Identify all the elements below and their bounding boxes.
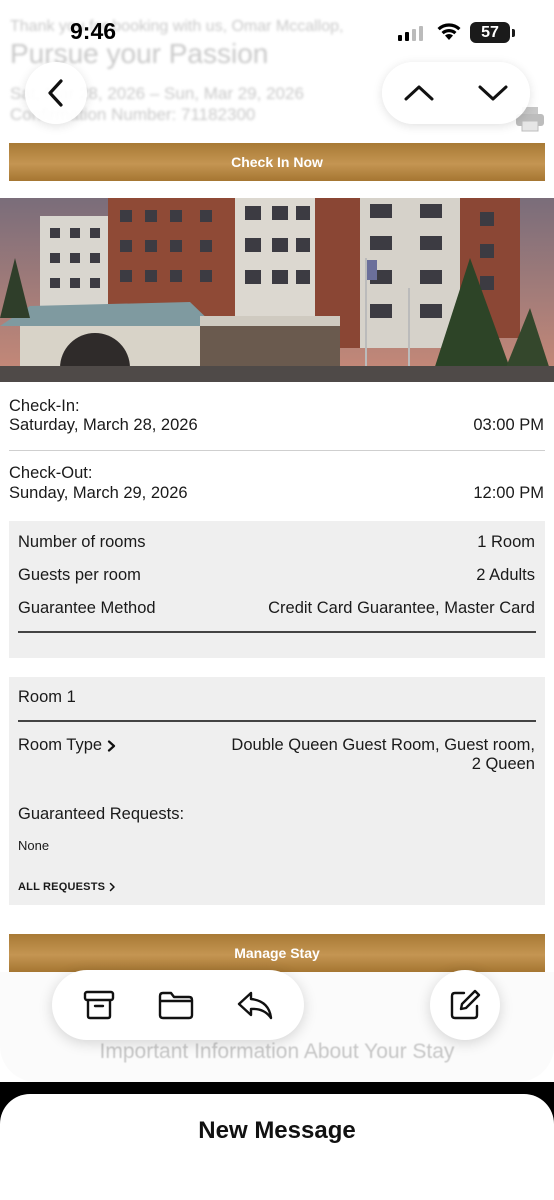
- status-bar: 9:46 57: [0, 0, 554, 60]
- chevron-down-icon[interactable]: [477, 82, 509, 104]
- status-time: 9:46: [70, 18, 117, 44]
- room-type-value-line1: Double Queen Guest Room, Guest room,: [231, 736, 535, 754]
- room-type-label: Room Type: [18, 736, 103, 754]
- all-requests-link[interactable]: ALL REQUESTS: [18, 881, 116, 893]
- reply-icon[interactable]: [236, 989, 274, 1021]
- folder-icon[interactable]: [157, 990, 195, 1020]
- room-rule: [18, 720, 536, 722]
- check-in-now-button[interactable]: Check In Now: [9, 143, 545, 181]
- room-details-panel: [9, 677, 545, 905]
- compose-icon: [450, 989, 481, 1020]
- chevron-up-icon[interactable]: [403, 82, 435, 104]
- cellular-signal-icon: [398, 26, 423, 41]
- battery-level: 57: [481, 24, 499, 41]
- message-navigation: [382, 62, 530, 124]
- guests-label: Guests per room: [18, 566, 141, 584]
- guaranteed-requests-label: Guaranteed Requests:: [18, 805, 185, 823]
- room-type-value-line2: 2 Queen: [471, 755, 535, 773]
- battery-tip: [512, 29, 515, 37]
- all-requests-label: ALL REQUESTS: [18, 881, 106, 893]
- battery-indicator: 57: [470, 22, 510, 43]
- check-out-time: 12:00 PM: [473, 484, 544, 502]
- new-message-title: New Message: [198, 1117, 356, 1144]
- rooms-value: 1 Room: [477, 533, 535, 551]
- back-button[interactable]: [25, 62, 87, 124]
- check-in-label: Check-In:: [9, 397, 80, 415]
- check-in-time: 03:00 PM: [473, 416, 544, 434]
- guarantee-value: Credit Card Guarantee, Master Card: [268, 599, 535, 617]
- room-type-link[interactable]: Room Type: [18, 736, 116, 755]
- important-information-heading: Important Information About Your Stay: [99, 1040, 455, 1063]
- summary-rule: [18, 631, 536, 633]
- check-in-date: Saturday, March 28, 2026: [9, 416, 198, 434]
- rooms-label: Number of rooms: [18, 533, 146, 551]
- new-message-sheet[interactable]: [0, 1094, 554, 1200]
- chevron-right-icon: [109, 882, 115, 892]
- room-title: Room 1: [18, 688, 76, 706]
- chevron-left-icon: [48, 79, 63, 107]
- divider: [9, 450, 545, 451]
- archive-icon[interactable]: [82, 989, 116, 1021]
- chevron-right-icon: [107, 739, 116, 752]
- mail-actions-toolbar: [52, 970, 304, 1040]
- check-out-date: Sunday, March 29, 2026: [9, 484, 188, 502]
- wifi-icon: [437, 23, 461, 40]
- compose-button[interactable]: [430, 970, 500, 1040]
- guarantee-label: Guarantee Method: [18, 599, 156, 617]
- hotel-photo: [0, 198, 554, 382]
- guaranteed-requests-value: None: [18, 838, 50, 853]
- guests-value: 2 Adults: [476, 566, 535, 584]
- manage-stay-button[interactable]: Manage Stay: [9, 934, 545, 972]
- check-out-label: Check-Out:: [9, 464, 93, 482]
